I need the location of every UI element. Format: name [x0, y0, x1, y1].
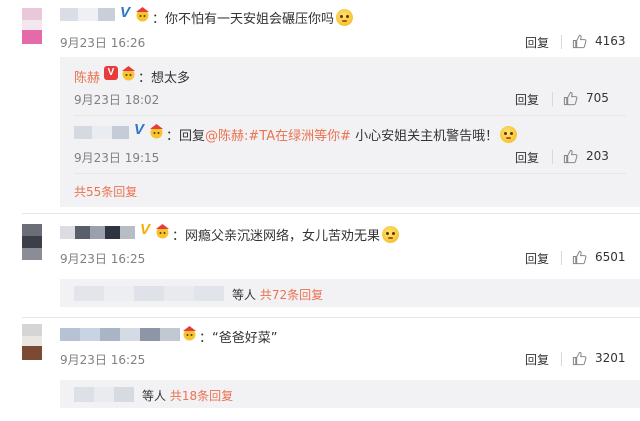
divider	[561, 352, 562, 366]
replier-names-blurred	[74, 286, 224, 301]
more-replies-text: 等人 共72条回复	[232, 286, 323, 303]
like-button[interactable]: 203	[563, 148, 609, 164]
divider	[561, 251, 562, 265]
username-blurred[interactable]	[74, 126, 129, 139]
comment-body: ：你不怕有一天安姐会碾压你吗	[152, 12, 335, 27]
comment-text: ：“爸爸好菜”	[199, 327, 277, 346]
comment-body: ：网瘾父亲沉迷网络，女儿苦劝无果	[172, 229, 381, 244]
hat-badge-icon	[122, 66, 135, 81]
mention-link[interactable]: @陈赫	[205, 129, 244, 144]
comment-body: ：“爸爸好菜”	[199, 331, 278, 346]
avatar[interactable]	[22, 224, 42, 260]
like-button[interactable]: 4163	[572, 33, 626, 49]
like-count: 3201	[595, 351, 626, 365]
topic-link[interactable]: :#TA在绿洲等你#	[244, 129, 351, 144]
like-count: 203	[586, 149, 609, 163]
replier-names-blurred	[74, 387, 134, 402]
hat-badge-icon	[150, 124, 163, 139]
like-count: 705	[586, 91, 609, 105]
emoji-icon	[336, 9, 354, 26]
divider	[552, 150, 553, 164]
reply-prefix: ：回复	[166, 129, 206, 144]
emoji-icon	[382, 226, 400, 243]
verified-badge-icon: V	[119, 4, 130, 21]
like-thumb-icon	[572, 250, 587, 264]
like-thumb-icon	[572, 351, 587, 365]
divider	[552, 92, 553, 106]
like-button[interactable]: 705	[563, 90, 609, 106]
more-replies-link[interactable]: 共18条回复	[170, 389, 233, 403]
vip-badge-icon: V	[104, 66, 118, 80]
like-thumb-icon	[563, 149, 578, 163]
username-blurred[interactable]	[60, 328, 180, 341]
divider	[74, 115, 626, 116]
more-prefix: 等人	[142, 389, 167, 403]
more-prefix: 等人	[232, 288, 257, 302]
like-count: 4163	[595, 34, 626, 48]
more-replies-box: 等人 共72条回复	[60, 279, 640, 307]
reply-button[interactable]: 回复	[525, 34, 549, 51]
like-thumb-icon	[563, 91, 578, 105]
comment-text: ：网瘾父亲沉迷网络，女儿苦劝无果	[172, 225, 400, 244]
username-blurred[interactable]	[60, 226, 135, 239]
divider	[22, 213, 640, 214]
reply-author[interactable]: 陈赫	[74, 71, 100, 86]
username-blurred[interactable]	[60, 8, 115, 21]
like-thumb-icon	[572, 34, 587, 48]
reply-body: 小心安姐关主机警告哦！	[351, 129, 499, 144]
avatar[interactable]	[22, 324, 42, 360]
reply-button[interactable]: 回复	[515, 91, 539, 108]
hat-badge-icon	[136, 7, 149, 22]
hat-badge-icon	[183, 326, 196, 341]
more-replies-link[interactable]: 共55条回复	[74, 183, 137, 200]
more-replies-link[interactable]: 共72条回复	[260, 288, 323, 302]
timestamp: 9月23日 16:26	[60, 36, 146, 50]
divider	[561, 35, 562, 49]
reply-button[interactable]: 回复	[525, 250, 549, 267]
avatar[interactable]	[22, 8, 42, 44]
more-replies-text: 等人 共18条回复	[142, 387, 233, 404]
timestamp: 9月23日 19:15	[74, 151, 160, 165]
timestamp: 9月23日 16:25	[60, 252, 146, 266]
timestamp: 9月23日 16:25	[60, 353, 146, 367]
divider	[74, 173, 626, 174]
reply-body: ：想太多	[138, 71, 191, 86]
like-count: 6501	[595, 250, 626, 264]
emoji-icon	[500, 126, 518, 143]
reply-button[interactable]: 回复	[515, 149, 539, 166]
like-button[interactable]: 6501	[572, 249, 626, 265]
more-replies-box: 等人 共18条回复	[60, 380, 640, 408]
verified-badge-icon: V	[139, 221, 150, 238]
reply-box: 陈赫 V ：想太多 9月23日 18:02 回复 705 V ：回复@陈赫:#T…	[60, 57, 640, 207]
like-button[interactable]: 3201	[572, 350, 626, 366]
comment-text: ：你不怕有一天安姐会碾压你吗	[152, 8, 354, 27]
reply-text: 陈赫	[74, 67, 100, 86]
timestamp: 9月23日 18:02	[74, 93, 160, 107]
verified-badge-icon: V	[133, 121, 144, 138]
reply-text: ：回复@陈赫:#TA在绿洲等你# 小心安姐关主机警告哦！	[166, 125, 518, 144]
reply-button[interactable]: 回复	[525, 351, 549, 368]
divider	[22, 317, 640, 318]
hat-badge-icon	[156, 224, 169, 239]
